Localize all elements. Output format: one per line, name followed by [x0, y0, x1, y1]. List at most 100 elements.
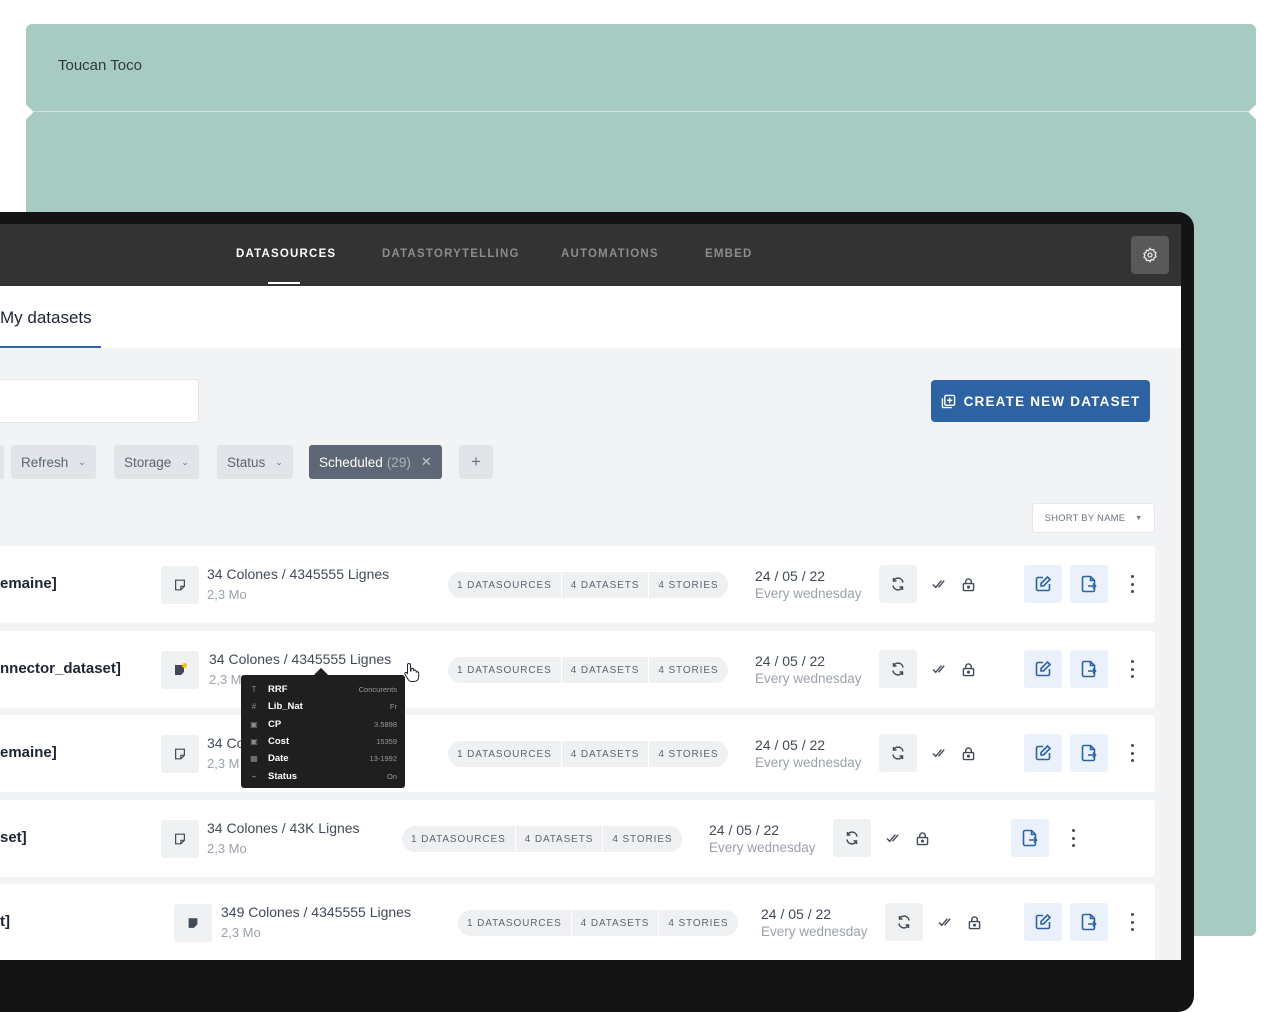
nav-active-indicator [268, 282, 300, 284]
pill-datasources[interactable]: 1 DATASOURCES [402, 826, 516, 852]
export-dataset-button[interactable] [1070, 734, 1108, 772]
more-options-icon[interactable] [1066, 826, 1080, 850]
dataset-usage-pills: 1 DATASOURCES 4 DATASETS 4 STORIES [402, 826, 682, 852]
tab-my-datasets[interactable]: My datasets [0, 308, 92, 328]
create-new-dataset-button[interactable]: CREATE NEW DATASET [931, 380, 1150, 422]
search-input[interactable] [0, 379, 199, 423]
dataset-usage-pills: 1 DATASOURCES 4 DATASETS 4 STORIES [448, 741, 728, 767]
pill-stories[interactable]: 4 STORIES [649, 572, 727, 598]
close-icon[interactable]: ✕ [421, 454, 432, 470]
dataset-type-badge [174, 904, 212, 942]
export-dataset-button[interactable] [1070, 903, 1108, 941]
add-filter-button[interactable]: + [459, 445, 493, 479]
dataset-name[interactable]: emaine] [0, 744, 57, 761]
sort-by-name-dropdown[interactable]: SHORT BY NAME ▼ [1032, 503, 1155, 533]
export-dataset-button[interactable] [1070, 565, 1108, 603]
nav-datasources[interactable]: DATASOURCES [236, 248, 336, 260]
pill-datasources[interactable]: 1 DATASOURCES [448, 572, 562, 598]
lock-icon [966, 914, 982, 930]
double-check-icon [931, 661, 947, 677]
columns-tooltip: T RRF Concurents # Lib_Nat Fr ▣ CP 3.5898 ▣… [241, 675, 405, 788]
filter-storage[interactable]: Storage ⌄ [114, 445, 199, 479]
edit-icon [1034, 660, 1052, 678]
export-icon [1080, 660, 1098, 678]
table-row[interactable]: emaine] 34 Colones / 4345555 Lignes 2,3 … [0, 546, 1155, 623]
edit-dataset-button[interactable] [1024, 734, 1062, 772]
column-sample-value: On [386, 771, 397, 781]
export-icon [1021, 829, 1039, 847]
dataset-columns: 34 Colones [207, 566, 278, 582]
chevron-down-icon: ⌄ [78, 456, 86, 467]
double-check-icon [885, 830, 901, 846]
export-dataset-button[interactable] [1011, 819, 1049, 857]
pill-stories[interactable]: 4 STORIES [659, 910, 737, 936]
dataset-dimensions[interactable]: 34 Colones / 43K Lignes [207, 820, 360, 836]
column-sample-value: Concurents [358, 685, 397, 695]
refresh-button[interactable] [885, 903, 923, 941]
refresh-schedule: Every wednesday [709, 840, 816, 855]
tooltip-column-row: # Lib_Nat Fr [249, 698, 397, 715]
pill-datasets[interactable]: 4 DATASETS [562, 741, 650, 767]
dataset-icon [173, 832, 187, 846]
settings-button[interactable] [1131, 236, 1169, 274]
pill-datasets[interactable]: 4 DATASETS [516, 826, 604, 852]
refresh-button[interactable] [879, 650, 917, 688]
edit-dataset-button[interactable] [1024, 565, 1062, 603]
pill-stories[interactable]: 4 STORIES [603, 826, 681, 852]
dataset-dimensions[interactable]: 34 Co [207, 735, 244, 751]
connector-dataset-icon [172, 662, 188, 678]
filter-status[interactable]: Status ⌄ [217, 445, 293, 479]
dataset-name[interactable]: t] [0, 913, 10, 930]
gear-icon [1143, 247, 1157, 263]
dataset-name[interactable]: set] [0, 829, 27, 846]
more-options-icon[interactable] [1125, 910, 1139, 934]
tooltip-column-row: ▣ Cost 15359 [249, 733, 397, 750]
dataset-type-badge [161, 651, 199, 689]
table-row[interactable]: emaine] 34 Co 2,3 M 1 DATASOURCES 4 DATA… [0, 715, 1155, 792]
more-options-icon[interactable] [1125, 741, 1139, 765]
filter-scheduled[interactable]: Scheduled (29) ✕ [309, 445, 442, 479]
pill-datasets[interactable]: 4 DATASETS [562, 572, 650, 598]
table-row[interactable]: t] 349 Colones / 4345555 Lignes 2,3 Mo 1… [0, 884, 1155, 960]
nav-embed[interactable]: EMBED [705, 248, 753, 260]
tooltip-column-row: ⌁ Status On [249, 767, 397, 784]
dataset-dimensions[interactable]: 34 Colones / 4345555 Lignes [209, 651, 391, 667]
lock-icon [914, 830, 930, 846]
dataset-usage-pills: 1 DATASOURCES 4 DATASETS 4 STORIES [458, 910, 738, 936]
dataset-columns: 349 Colones [221, 904, 300, 920]
dataset-name[interactable]: emaine] [0, 575, 57, 592]
pill-stories[interactable]: 4 STORIES [649, 741, 727, 767]
refresh-icon [890, 576, 906, 592]
nav-datastorytelling[interactable]: DATASTORYTELLING [382, 248, 520, 260]
brand-name: Toucan Toco [58, 57, 142, 74]
dataset-lines: / 4345555 Lignes [281, 566, 390, 582]
dataset-dimensions[interactable]: 349 Colones / 4345555 Lignes [221, 904, 411, 920]
pill-stories[interactable]: 4 STORIES [649, 657, 727, 683]
pill-datasets[interactable]: 4 DATASETS [562, 657, 650, 683]
nav-automations[interactable]: AUTOMATIONS [561, 248, 659, 260]
refresh-schedule: Every wednesday [755, 671, 862, 686]
filter-refresh[interactable]: Refresh ⌄ [11, 445, 96, 479]
top-navigation: DATASOURCES DATASTORYTELLING AUTOMATIONS… [0, 224, 1181, 286]
export-dataset-button[interactable] [1070, 650, 1108, 688]
pill-datasets[interactable]: 4 DATASETS [572, 910, 660, 936]
table-row[interactable]: nnector_dataset] 34 Colones / 4345555 Li… [0, 631, 1155, 708]
dataset-name[interactable]: nnector_dataset] [0, 660, 121, 677]
filter-chip-partial[interactable] [0, 445, 4, 479]
table-row[interactable]: set] 34 Colones / 43K Lignes 2,3 Mo 1 DA… [0, 800, 1155, 877]
more-options-icon[interactable] [1125, 572, 1139, 596]
more-options-icon[interactable] [1125, 657, 1139, 681]
dataset-icon [173, 578, 187, 592]
last-refresh-date: 24 / 05 / 22 [755, 653, 826, 669]
refresh-button[interactable] [879, 565, 917, 603]
pill-datasources[interactable]: 1 DATASOURCES [448, 657, 562, 683]
pill-datasources[interactable]: 1 DATASOURCES [458, 910, 572, 936]
edit-dataset-button[interactable] [1024, 903, 1062, 941]
refresh-button[interactable] [833, 819, 871, 857]
pill-datasources[interactable]: 1 DATASOURCES [448, 741, 562, 767]
edit-dataset-button[interactable] [1024, 650, 1062, 688]
column-sample-value: Fr [389, 702, 397, 712]
dataset-dimensions[interactable]: 34 Colones / 4345555 Lignes [207, 566, 389, 582]
column-type-icon: T [251, 685, 257, 695]
refresh-button[interactable] [879, 734, 917, 772]
